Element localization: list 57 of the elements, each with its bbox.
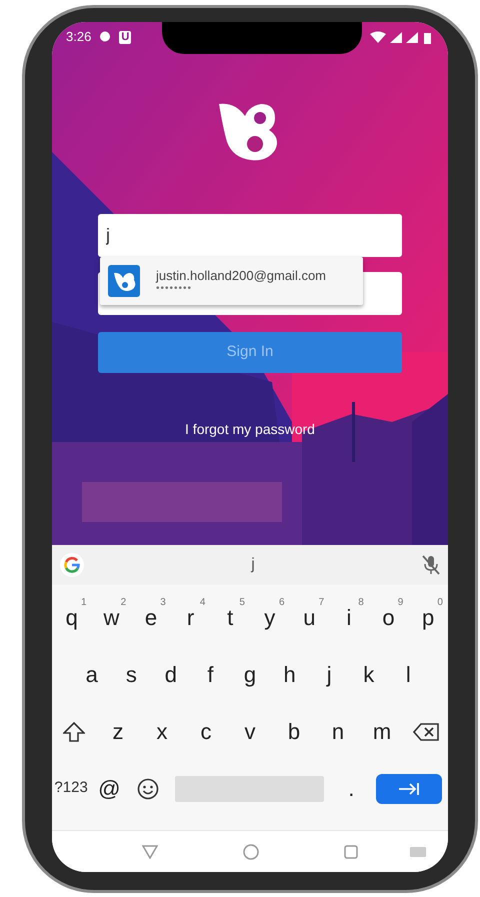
mic-off-icon[interactable] <box>422 555 440 575</box>
keyboard-key[interactable]: j <box>309 650 349 700</box>
status-time: 3:26 <box>66 28 92 46</box>
home-icon[interactable] <box>242 844 259 860</box>
keyboard-key[interactable]: b <box>272 706 316 756</box>
password-mask: •••••••• <box>156 282 192 294</box>
keyboard-key[interactable]: i 8 <box>329 592 369 642</box>
back-icon[interactable] <box>142 844 158 858</box>
next-icon <box>398 782 420 796</box>
keyboard-key[interactable]: t 5 <box>210 592 250 642</box>
key-hint: 1 <box>81 596 87 610</box>
keyboard-key[interactable]: e 3 <box>131 592 171 642</box>
key-hint: 0 <box>437 596 443 610</box>
key-hint: 6 <box>279 596 285 610</box>
keyboard-key[interactable]: h <box>270 650 310 700</box>
keyboard-key[interactable]: o 9 <box>368 592 408 642</box>
keyboard-key[interactable]: y 6 <box>250 592 290 642</box>
keyboard-key[interactable]: s <box>112 650 152 700</box>
emoji-icon[interactable] <box>136 778 159 800</box>
keyboard-key[interactable]: x <box>140 706 184 756</box>
key-hint: 7 <box>318 596 324 610</box>
app-icon <box>108 265 140 297</box>
autofill-menu[interactable]: justin.holland200@gmail.com •••••••• <box>100 257 363 305</box>
keyboard-key[interactable]: a <box>72 650 112 700</box>
account-email: justin.holland200@gmail.com <box>156 268 326 282</box>
keyboard-key[interactable]: n <box>316 706 360 756</box>
keyboard-key[interactable]: q 1 <box>52 592 92 642</box>
keyboard-key[interactable]: u 7 <box>290 592 330 642</box>
keyboard-key[interactable]: d <box>151 650 191 700</box>
keyboard-key[interactable]: r 4 <box>170 592 210 642</box>
keyboard-key[interactable]: z <box>96 706 140 756</box>
keyboard-key[interactable]: l <box>388 650 428 700</box>
keyboard-key[interactable]: v <box>228 706 272 756</box>
keyboard-key[interactable]: @ <box>90 764 128 814</box>
key-hint: 5 <box>239 596 245 610</box>
next-key[interactable] <box>376 774 442 804</box>
symbols-key[interactable]: ?123 <box>52 764 90 814</box>
keyboard-key[interactable]: p 0 <box>408 592 448 642</box>
keyboard-key[interactable]: g <box>230 650 270 700</box>
key-hint: 3 <box>160 596 166 610</box>
backspace-icon[interactable] <box>413 722 439 740</box>
signal-icons <box>370 30 432 44</box>
keyboard-key[interactable]: c <box>184 706 228 756</box>
shift-icon[interactable] <box>63 722 85 742</box>
keyboard-key[interactable]: m <box>360 706 404 756</box>
app-badge: U <box>119 30 132 44</box>
suggestion-word[interactable]: j <box>251 553 255 577</box>
key-hint: 9 <box>398 596 404 610</box>
key-hint: 2 <box>120 596 126 610</box>
key-hint: 4 <box>200 596 206 610</box>
keyboard-key[interactable]: f <box>190 650 230 700</box>
google-icon[interactable] <box>60 553 84 577</box>
recents-icon[interactable] <box>344 844 358 858</box>
key-hint: 8 <box>358 596 364 610</box>
keyboard-key[interactable]: w 2 <box>92 592 132 642</box>
keyboard-key[interactable]: k <box>348 650 388 700</box>
keyboard-key[interactable]: . <box>332 764 370 814</box>
